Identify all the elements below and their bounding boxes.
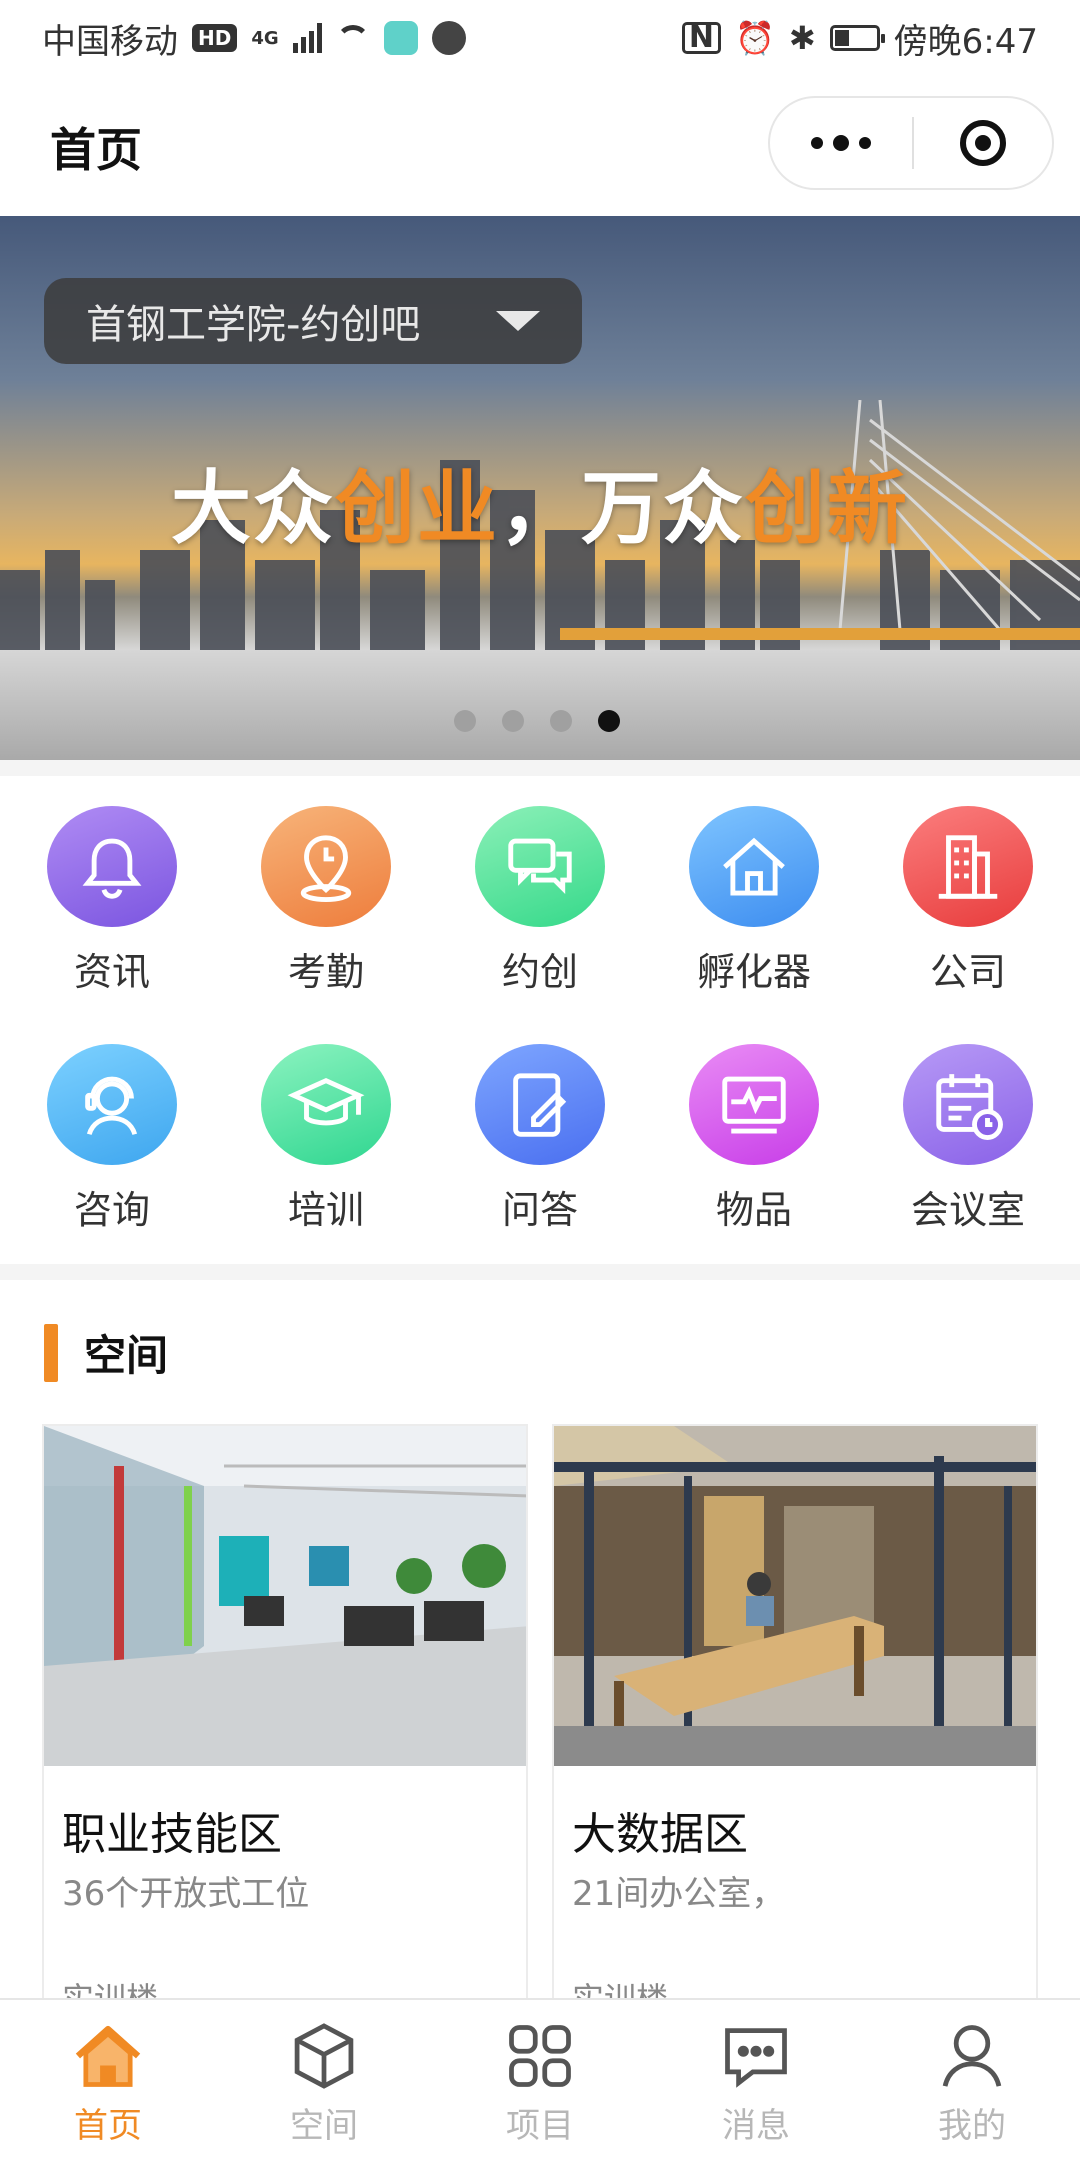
space-photo-cubicles <box>554 1426 1036 1766</box>
monitor-pulse-icon <box>689 1044 819 1165</box>
space-desc: 36个开放式工位 <box>62 1874 310 1914</box>
menu-item-label: 会议室 <box>910 1188 1025 1232</box>
menu-item-label: 考勤 <box>287 950 364 994</box>
quick-menu-grid: 资讯 考勤 约创 孵化器 公司 咨询 培训 问答 物品 会议室 <box>0 776 1080 1264</box>
app-notification-icon <box>383 21 418 55</box>
menu-item-meeting-room[interactable]: 会议室 <box>860 1014 1076 1234</box>
tab-label: 空间 <box>290 2106 358 2146</box>
user-icon <box>942 2025 1002 2087</box>
message-icon <box>725 2028 787 2088</box>
section-divider <box>0 760 1080 776</box>
headset-person-icon <box>47 1044 177 1165</box>
banner-carousel[interactable]: 首钢工学院-约创吧 大众创业，万众创新 <box>0 216 1080 760</box>
app-notification-icon-2 <box>431 21 466 55</box>
network-label: 4G <box>251 27 279 49</box>
space-name: 大数据区 <box>572 1809 748 1860</box>
carousel-dot[interactable] <box>454 710 476 732</box>
calendar-clock-icon <box>903 1044 1033 1165</box>
status-bar: 中国移动 HD 4G N ⏰ ✱ 傍晚6:47 <box>0 0 1080 76</box>
section-accent-bar <box>44 1323 58 1382</box>
tab-messages[interactable]: 消息 <box>648 2000 864 2162</box>
target-icon <box>960 120 1006 166</box>
section-title: 空间 <box>84 1331 169 1380</box>
page-title: 首页 <box>50 123 142 177</box>
miniprogram-capsule <box>768 96 1054 190</box>
signal-icon <box>292 23 322 53</box>
tab-label: 首页 <box>74 2106 142 2146</box>
menu-item-label: 孵化器 <box>696 950 811 994</box>
battery-icon <box>829 25 885 51</box>
carousel-dot[interactable] <box>502 710 524 732</box>
tab-label: 项目 <box>506 2106 574 2146</box>
bluetooth-icon: ✱ <box>788 19 816 57</box>
menu-item-news[interactable]: 资讯 <box>4 776 220 996</box>
close-miniprogram-button[interactable] <box>914 98 1052 188</box>
tab-home[interactable]: 首页 <box>0 2000 216 2162</box>
hd-badge: HD <box>192 24 238 52</box>
carousel-dot[interactable] <box>550 710 572 732</box>
alarm-icon: ⏰ <box>734 19 775 57</box>
clock-label: 傍晚6:47 <box>893 21 1038 62</box>
menu-item-label: 资讯 <box>73 950 150 994</box>
bottom-tab-bar: 首页 空间 项目 消息 我的 <box>0 1998 1080 2162</box>
edit-note-icon <box>475 1044 605 1165</box>
graduation-cap-icon <box>261 1044 391 1165</box>
slogan-highlight: 创新 <box>745 462 909 555</box>
banner-slogan: 大众创业，万众创新 <box>0 444 1080 560</box>
carousel-dot-active[interactable] <box>598 710 620 732</box>
space-section-header: 空间 <box>44 1322 168 1383</box>
wifi-icon <box>335 25 370 51</box>
menu-item-label: 咨询 <box>73 1188 150 1232</box>
space-desc: 21间办公室， <box>572 1874 786 1914</box>
tab-project[interactable]: 项目 <box>432 2000 648 2162</box>
space-card[interactable]: 职业技能区 36个开放式工位 实训楼 <box>42 1424 528 2024</box>
tab-label: 消息 <box>722 2106 790 2146</box>
nfc-icon: N <box>681 22 721 54</box>
chat-bubbles-icon <box>475 806 605 927</box>
menu-item-company[interactable]: 公司 <box>860 776 1076 996</box>
space-name: 职业技能区 <box>62 1809 282 1860</box>
slogan-part: 大众 <box>171 462 335 555</box>
menu-item-meetup[interactable]: 约创 <box>432 776 648 996</box>
menu-item-label: 问答 <box>501 1188 578 1232</box>
location-clock-icon <box>261 806 391 927</box>
more-button[interactable] <box>770 98 912 188</box>
tab-profile[interactable]: 我的 <box>864 2000 1080 2162</box>
cube-icon <box>294 2023 354 2089</box>
slogan-highlight: 创业 <box>335 462 499 555</box>
more-dot-icon <box>833 135 849 151</box>
menu-item-qa[interactable]: 问答 <box>432 1014 648 1234</box>
menu-item-label: 公司 <box>929 950 1006 994</box>
title-bar: 首页 <box>0 76 1080 216</box>
menu-item-label: 培训 <box>287 1188 364 1232</box>
carousel-indicator <box>454 710 620 732</box>
menu-item-consult[interactable]: 咨询 <box>4 1014 220 1234</box>
menu-item-attendance[interactable]: 考勤 <box>218 776 434 996</box>
section-divider <box>0 1264 1080 1280</box>
tab-space[interactable]: 空间 <box>216 2000 432 2162</box>
grid-icon <box>509 2025 571 2087</box>
plaza-ground <box>0 650 1080 760</box>
space-card[interactable]: 大数据区 21间办公室， 实训楼 <box>552 1424 1038 2024</box>
menu-item-label: 物品 <box>715 1188 792 1232</box>
space-photo-office <box>44 1426 526 1766</box>
carrier-label: 中国移动 <box>42 21 178 62</box>
campus-selector-label: 首钢工学院-约创吧 <box>86 302 421 348</box>
menu-item-label: 约创 <box>501 950 578 994</box>
home-icon <box>75 2025 141 2087</box>
house-icon <box>689 806 819 927</box>
slogan-part: ，万众 <box>499 462 745 555</box>
menu-item-incubator[interactable]: 孵化器 <box>646 776 862 996</box>
menu-item-goods[interactable]: 物品 <box>646 1014 862 1234</box>
bell-icon <box>47 806 177 927</box>
more-dot-icon <box>811 137 823 149</box>
tab-label: 我的 <box>938 2106 1006 2146</box>
caret-down-icon <box>496 311 540 331</box>
campus-selector[interactable]: 首钢工学院-约创吧 <box>44 278 582 364</box>
building-icon <box>903 806 1033 927</box>
menu-item-training[interactable]: 培训 <box>218 1014 434 1234</box>
more-dot-icon <box>859 137 871 149</box>
